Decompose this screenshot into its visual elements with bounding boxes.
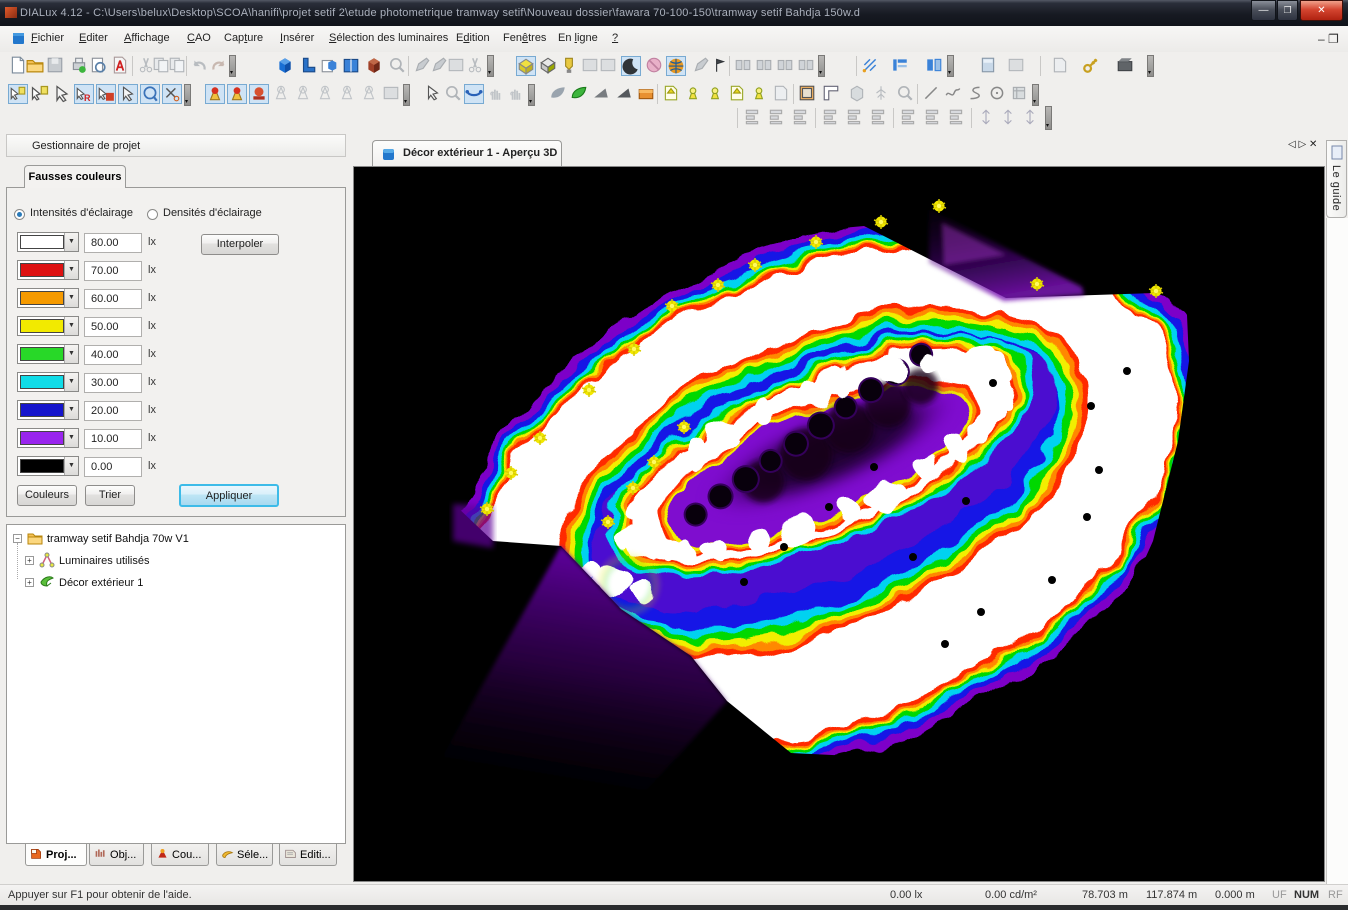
svg-text:R: R <box>84 93 91 103</box>
